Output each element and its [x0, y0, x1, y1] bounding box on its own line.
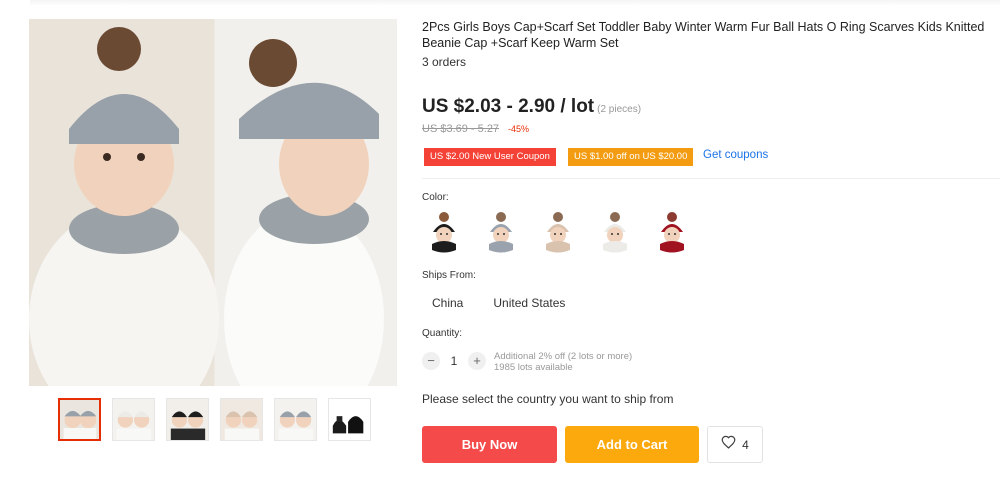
thumbnail-5[interactable] — [274, 398, 317, 441]
thumbnail-6[interactable] — [328, 398, 371, 441]
top-divider — [30, 0, 1000, 6]
quantity-info: Additional 2% off (2 lots or more) 1985 … — [494, 351, 632, 373]
ships-from-label: Ships From: — [422, 270, 476, 281]
ship-country-message: Please select the country you want to sh… — [422, 392, 674, 406]
thumbnail-strip — [58, 398, 371, 441]
store-coupon[interactable]: US $1.00 off on US $20.00 — [568, 148, 694, 166]
color-label: Color: — [422, 192, 449, 203]
ships-from-united-states[interactable]: United States — [483, 294, 575, 312]
color-swatches — [424, 210, 692, 256]
get-coupons-link[interactable]: Get coupons — [703, 149, 768, 161]
thumbnail-2[interactable] — [112, 398, 155, 441]
color-swatch-black[interactable] — [424, 210, 464, 256]
thumbnail-4[interactable] — [220, 398, 263, 441]
color-swatch-gray[interactable] — [481, 210, 521, 256]
quantity-plus-button[interactable]: + — [468, 352, 486, 370]
color-swatch-red[interactable] — [652, 210, 692, 256]
quantity-minus-button[interactable]: − — [422, 352, 440, 370]
new-user-coupon[interactable]: US $2.00 New User Coupon — [424, 148, 556, 166]
divider — [422, 178, 1000, 179]
buy-now-button[interactable]: Buy Now — [422, 426, 557, 463]
product-title: 2Pcs Girls Boys Cap+Scarf Set Toddler Ba… — [422, 20, 985, 50]
price-range: US $2.03 - 2.90 / lot (2 pieces) — [422, 96, 641, 118]
ships-from-options: China United States — [422, 294, 585, 312]
ships-from-china[interactable]: China — [422, 294, 473, 312]
original-price: US $3.69 - 5.27 — [422, 123, 500, 135]
main-product-image[interactable] — [29, 19, 397, 386]
add-to-cart-button[interactable]: Add to Cart — [565, 426, 699, 463]
color-swatch-white[interactable] — [595, 210, 635, 256]
heart-icon — [721, 435, 736, 454]
price-value: US $2.03 - 2.90 / lot — [422, 96, 595, 117]
discount-badge: -45% — [508, 124, 530, 134]
quantity-stepper: − 1 + — [422, 352, 486, 370]
order-count: 3 orders — [422, 55, 467, 69]
thumbnail-1[interactable] — [58, 398, 101, 441]
quantity-input[interactable]: 1 — [440, 354, 468, 368]
price-unit-note: (2 pieces) — [597, 104, 642, 115]
quantity-label: Quantity: — [422, 328, 463, 339]
color-swatch-beige[interactable] — [538, 210, 578, 256]
thumbnail-3[interactable] — [166, 398, 209, 441]
bulk-discount-note: Additional 2% off (2 lots or more) — [494, 351, 633, 362]
lots-available-note: 1985 lots available — [494, 362, 573, 373]
wishlist-count: 4 — [742, 437, 749, 452]
wishlist-button[interactable]: 4 — [707, 426, 763, 463]
